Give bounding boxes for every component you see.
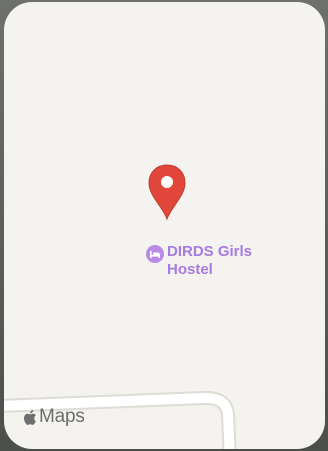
maps-attribution[interactable]: Maps bbox=[24, 406, 85, 428]
poi-label: DIRDS Girls Hostel bbox=[167, 243, 253, 278]
apple-logo-icon bbox=[24, 409, 36, 425]
maps-label: Maps bbox=[39, 406, 85, 427]
poi-marker[interactable]: DIRDS Girls Hostel bbox=[146, 243, 277, 279]
bed-icon bbox=[146, 245, 164, 263]
map-card[interactable]: DIRDS Girls Hostel Maps bbox=[4, 2, 325, 449]
road-layer bbox=[4, 390, 237, 449]
map-pin-icon[interactable] bbox=[147, 163, 187, 221]
